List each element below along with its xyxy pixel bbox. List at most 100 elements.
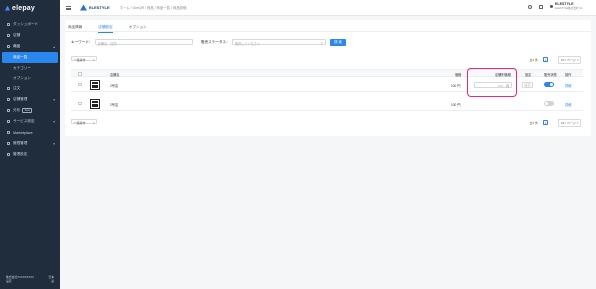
dashboard-icon [7,23,10,26]
sidebar-item-label: 店舗 [13,33,21,37]
total-count: 全2 件 [529,57,538,62]
next-page-icon[interactable]: › [550,121,551,125]
breadcrumb[interactable]: ホーム / OneQR / 商品 / 商品一覧 / 商品詳細 [120,5,187,10]
row-checkbox[interactable] [78,101,82,105]
sidebar-item-options[interactable]: オプション [0,73,60,83]
per-page-value: 10 / ページ [561,57,576,62]
bulk-action-label: 一括操作 [73,120,86,125]
user-org: ELESTYLE株式会社 ID... [555,6,584,10]
bulk-action-select[interactable]: 一括操作 ▾ [71,119,97,125]
settings-icon [7,120,10,123]
sidebar-item-categories[interactable]: カテゴリー [0,63,60,73]
pagination-bottom: 全2 件 ‹ 1 › 10 / ページ ▾ [529,119,581,127]
sidebar-item-analytics[interactable]: 分析 beta [0,105,60,116]
orders-icon [7,87,10,90]
page-number[interactable]: 1 [543,57,548,63]
sidebar-item-products[interactable]: 商品 ▴ [0,41,60,52]
price: 100 円 [451,83,461,88]
sidebar-item-marketplace[interactable]: Marketplace [0,127,60,138]
page-number[interactable]: 1 [543,120,548,126]
row-checkbox[interactable] [78,82,82,86]
bulk-action-select[interactable]: 一括操作 ▾ [71,56,97,62]
sidebar-item-label: Marketplace [13,130,33,135]
tab-bar: 商品情報 店舗設定 オプション [68,24,163,33]
keyword-input[interactable]: 店舗名、住所 [94,39,193,46]
top-header: ELESTYLE ホーム / OneQR / 商品 / 商品一覧 / 商品詳細 … [60,0,596,16]
search-button[interactable]: 検 索 [330,39,346,46]
sidebar-item-label: 店舗管理 [13,97,28,101]
set-button[interactable]: 設定 [522,81,533,88]
sidebar-item-admin-settings[interactable]: 管理設定 [0,149,60,160]
sidebar-item-store[interactable]: 店舗 [0,30,60,41]
chevron-down-icon: ▾ [92,57,95,62]
prev-page-icon[interactable]: ‹ [540,121,541,125]
user-icon[interactable] [549,4,554,9]
per-page-value: 10 / ページ [561,120,576,125]
user-menu[interactable]: ELESTYLE ELESTYLE株式会社 ID... [555,2,584,10]
sidebar-item-label: ダッシュボード [13,22,39,26]
table-row: 2号店 100 円 詳細 [71,96,583,111]
sidebar-item-permissions[interactable]: 権限管理 ▾ [0,138,60,149]
select-all-checkbox[interactable] [78,72,82,76]
tab-options[interactable]: オプション [129,24,147,33]
elestyle-logo-icon [80,4,87,11]
brand-name: ELESTYLE [89,5,110,10]
logo-text: elepay [12,4,35,12]
status-filter: 販売ステータス： 選択してください ▾ [201,39,326,47]
store-name: 2号店 [110,102,119,107]
sidebar: elepay ダッシュボード 店舗 商品 ▴ 商品一覧 カテゴリー オプション … [0,0,60,289]
sidebar-item-label: サービス設定 [13,119,35,123]
tab-product-info[interactable]: 商品情報 [68,24,82,33]
keyword-filter: キーワード： 店舗名、住所 [71,39,193,46]
help-icon[interactable] [527,4,532,9]
status-label: 販売ステータス： [201,39,230,44]
elepay-logo-icon [5,5,10,11]
per-page-select[interactable]: 10 / ページ ▾ [558,119,581,127]
sale-status-toggle[interactable] [544,82,554,87]
sidebar-item-dashboard[interactable]: ダッシュボード [0,19,60,30]
detail-link[interactable]: 詳細 [565,83,571,88]
sidebar-item-service-settings[interactable]: サービス設定 ▾ [0,116,60,127]
sidebar-item-store-management[interactable]: 店舗管理 ▾ [0,94,60,105]
next-page-icon[interactable]: › [550,58,551,62]
download-icon[interactable] [538,4,543,9]
pagination-top: 全2 件 ‹ 1 › 10 / ページ ▾ [529,56,581,64]
language-switch[interactable]: 日本 語 [48,275,54,283]
sidebar-item-label: カテゴリー [13,65,31,70]
account-settings-link[interactable]: 設定 [6,279,54,283]
chevron-down-icon: ▾ [53,141,55,146]
tag-icon [7,45,10,48]
sidebar-item-label: 注文 [13,86,21,90]
store-thumbnail [90,79,100,90]
total-count: 全2 件 [529,120,538,125]
tab-store-settings[interactable]: 店舗設定 [98,24,113,33]
sidebar-item-label: 商品 [13,44,21,48]
sidebar-item-orders[interactable]: 注文 [0,83,60,94]
header-actions: ELESTYLE ELESTYLE株式会社 ID... [527,2,584,10]
per-page-select[interactable]: 10 / ページ ▾ [558,56,581,64]
sale-status-toggle[interactable] [544,101,554,106]
language-label-2: 語 [51,279,54,283]
store-management-icon [7,98,10,101]
keyword-label: キーワード： [71,39,93,44]
permissions-icon [7,142,10,145]
status-select[interactable]: 選択してください ▾ [231,39,326,47]
beta-badge: beta [22,108,33,113]
chevron-down-icon: ▾ [53,119,55,124]
price: 100 円 [451,102,461,107]
store-thumbnail [90,98,100,109]
brand: ELESTYLE [80,4,110,11]
detail-link[interactable]: 詳細 [565,102,571,107]
elepay-logo[interactable]: elepay [0,0,60,16]
marketplace-icon [7,131,10,134]
toggle-knob [549,82,554,87]
analytics-icon [7,109,10,112]
toggle-knob [544,101,549,106]
bulk-action-label: 一括操作 [73,57,86,62]
sidebar-item-product-list[interactable]: 商品一覧 [2,52,58,63]
tab-divider [65,30,591,32]
prev-page-icon[interactable]: ‹ [540,58,541,62]
status-select-value: 選択してください [234,42,261,47]
menu-toggle-icon[interactable] [66,5,71,10]
chevron-down-icon: ▾ [92,120,95,125]
